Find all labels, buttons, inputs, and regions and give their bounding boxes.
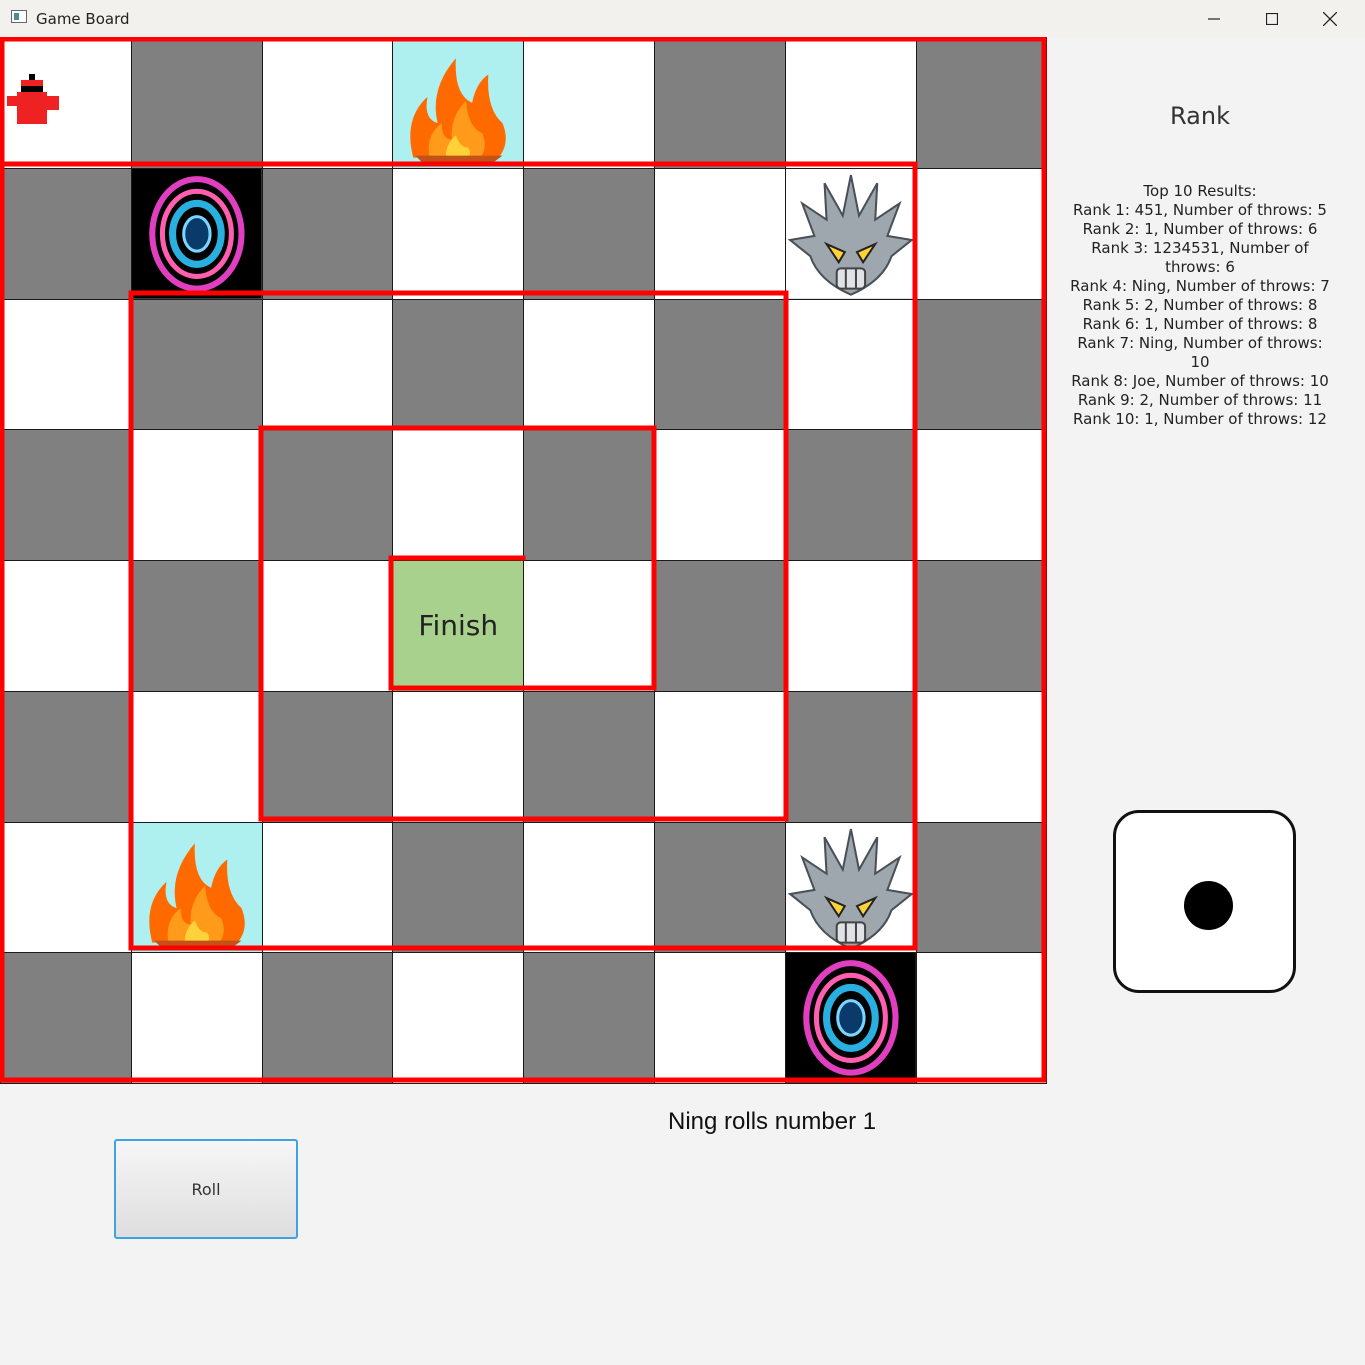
rank-list: Top 10 Results: Rank 1: 451, Number of t… [1070,182,1330,429]
board-cell [130,952,263,1084]
board-cell [654,298,786,431]
board-cell [915,429,1048,561]
rank-entry: Rank 9: 2, Number of throws: 11 [1077,391,1323,409]
rank-entry: Rank 1: 451, Number of throws: 5 [1073,201,1327,219]
board-cell [784,821,917,954]
board-cell [784,167,917,300]
board-cell [261,821,394,954]
board-cell [523,821,655,954]
board-cell [654,37,786,169]
board-cell [784,952,917,1084]
minimize-icon [1208,17,1220,20]
board-cell [523,560,655,692]
rank-entry: Rank 4: Ning, Number of throws: 7 [1070,277,1330,295]
board-cell [130,560,263,692]
board-cell [0,429,132,561]
board-cell [784,37,917,169]
game-board: Finish [0,37,1048,1084]
die-face [1113,810,1296,993]
board-cell [392,167,525,300]
board-cell [523,429,655,561]
board-cell [0,952,132,1084]
monster-icon [785,822,916,953]
board-cell [523,952,655,1084]
board-cell [784,298,917,431]
board-cell [392,298,525,431]
board-cell [392,821,525,954]
status-text: Ning rolls number 1 [668,1108,877,1135]
board-cell [130,298,263,431]
board-cell [523,298,655,431]
board-cell [0,560,132,692]
board-cell [261,167,394,300]
app-icon [11,10,27,23]
board-cell [0,298,132,431]
board-cell [784,690,917,823]
board-cell [915,560,1048,692]
rank-entry: Rank 2: 1, Number of throws: 6 [1082,220,1318,238]
board-cell [0,167,132,300]
finish-label: Finish [418,609,499,643]
monster-icon [785,168,916,299]
board-cell [130,821,263,954]
board-cell [523,167,655,300]
board-cell [392,429,525,561]
board-cell [130,167,263,300]
board-cell [261,690,394,823]
board-cell [654,690,786,823]
board-cell [392,690,525,823]
board-cell [654,952,786,1084]
board-cell [654,429,786,561]
board-cell [654,167,786,300]
rank-header: Top 10 Results: [1143,182,1257,200]
board-cell [392,37,525,169]
board-cell [784,429,917,561]
board-cell [523,37,655,169]
minimize-button[interactable] [1185,0,1243,37]
rank-entry: Rank 5: 2, Number of throws: 8 [1082,296,1318,314]
board-cell [915,690,1048,823]
board-cell [915,298,1048,431]
die-pip [1184,881,1233,930]
close-button[interactable] [1301,0,1359,37]
board-cell [0,37,132,169]
rank-entry: Rank 6: 1, Number of throws: 8 [1082,315,1318,333]
board-cell [130,429,263,561]
board-cell [784,560,917,692]
board-cell [261,429,394,561]
board-cell [392,952,525,1084]
board-cell [0,821,132,954]
portal-icon [785,953,916,1083]
board-cell [654,821,786,954]
rank-entry: Rank 10: 1, Number of throws: 12 [1073,410,1327,428]
board-cell [915,821,1048,954]
maximize-icon [1266,12,1278,25]
fire-icon [410,58,507,162]
rank-entry: Rank 8: Joe, Number of throws: 10 [1071,372,1329,390]
board-cell [915,952,1048,1084]
board-cell [915,167,1048,300]
board-cell: Finish [392,560,525,692]
title-bar: Game Board [0,0,1365,37]
board-cell [261,560,394,692]
fire-icon [149,842,245,947]
board-cell [261,37,394,169]
rank-title: Rank [1170,102,1230,130]
board-cell [261,952,394,1084]
board-cell [654,560,786,692]
board-cell [915,37,1048,169]
board-cell [261,298,394,431]
board-cell [523,690,655,823]
board-cell [130,37,263,169]
maximize-button[interactable] [1243,0,1301,37]
board-cell [0,690,132,823]
rank-entry: Rank 3: 1234531, Number of throws: 6 [1091,239,1309,276]
rank-entry: Rank 7: Ning, Number of throws: 10 [1077,334,1323,371]
portal-icon [131,168,262,299]
board-cell [130,690,263,823]
roll-button[interactable]: Roll [114,1139,298,1239]
close-icon [1323,11,1337,26]
window-title: Game Board [36,10,130,28]
